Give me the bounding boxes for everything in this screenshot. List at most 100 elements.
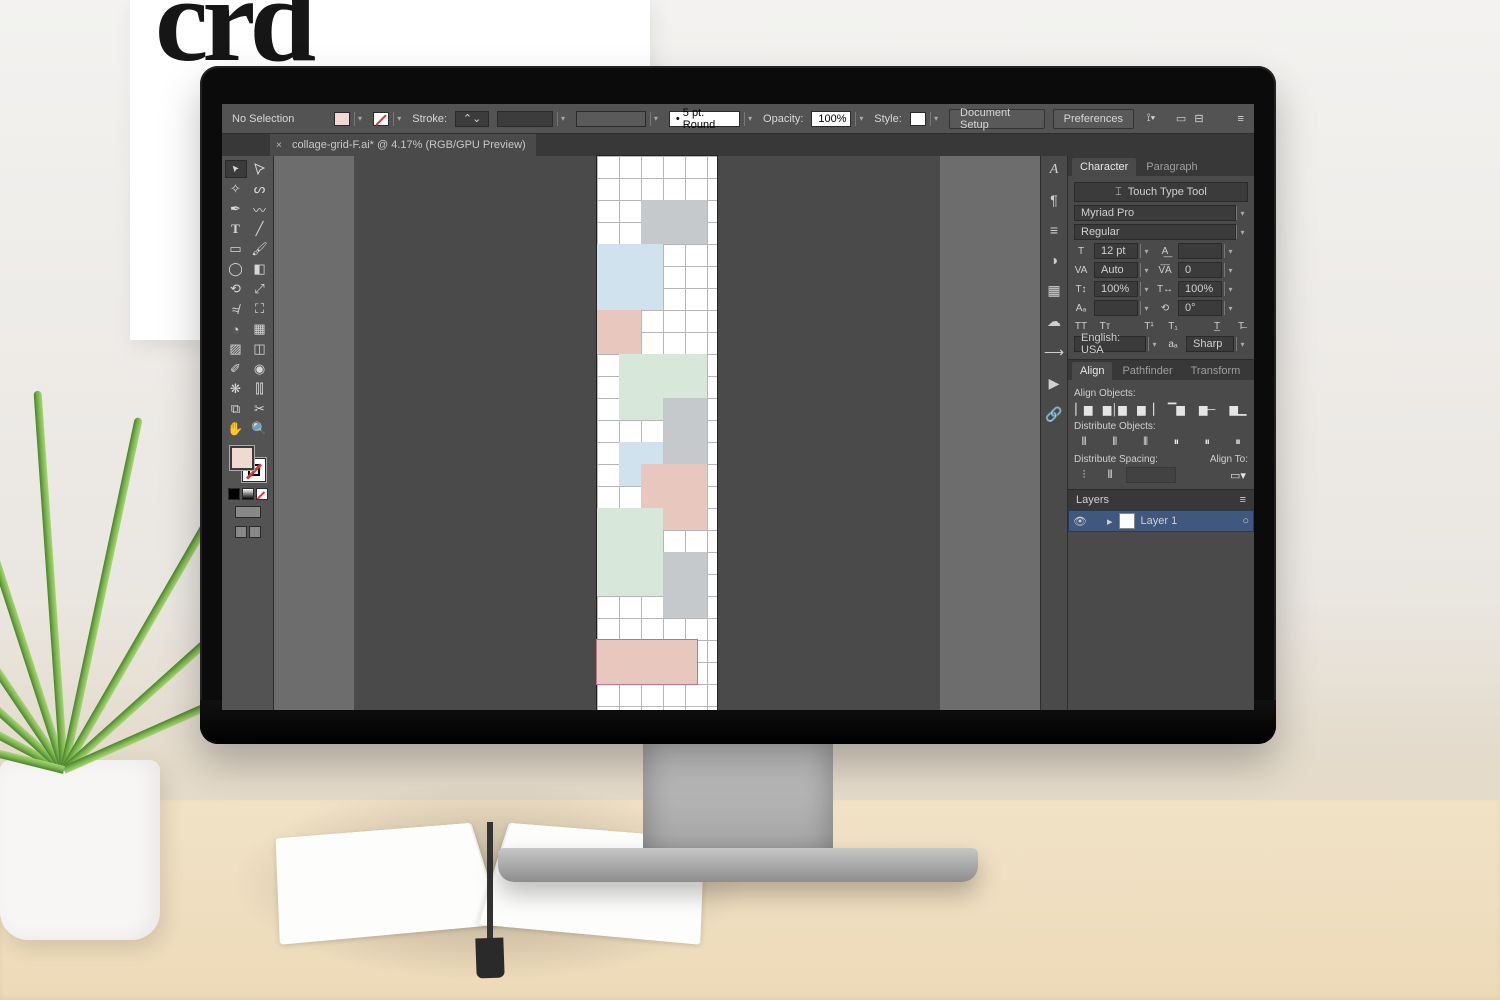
tracking-input[interactable]: 0 — [1178, 262, 1222, 278]
artboard-tool[interactable]: ⧉ — [225, 400, 247, 418]
links-panel-icon[interactable]: 🔗 — [1045, 406, 1062, 423]
character-panel-icon[interactable]: A — [1050, 162, 1059, 178]
dropdown-icon[interactable]: ▾ — [1224, 244, 1236, 258]
perspective-tool[interactable]: ▦ — [249, 320, 271, 338]
art-block[interactable] — [641, 200, 707, 244]
paintbrush-tool[interactable]: 🖌 — [249, 240, 271, 258]
dist-spacing-v-icon[interactable]: ⫶ — [1074, 467, 1094, 483]
opacity-input[interactable]: 100% — [811, 111, 851, 127]
char-rotation-input[interactable]: 0° — [1178, 300, 1222, 316]
rectangle-tool[interactable]: ▭ — [225, 240, 247, 258]
language-select[interactable]: English: USA — [1074, 336, 1146, 352]
color-mode-none[interactable] — [256, 488, 268, 500]
rotate-tool[interactable]: ⟲ — [225, 280, 247, 298]
magic-wand-tool[interactable]: ✧ — [225, 180, 247, 198]
dropdown-icon[interactable]: ▾ — [1224, 282, 1236, 296]
visibility-icon[interactable]: 👁 — [1073, 515, 1087, 528]
hand-tool[interactable]: ✋ — [225, 420, 247, 438]
dist-left-icon[interactable]: ⏸ — [1166, 434, 1186, 450]
gradient-tool[interactable]: ◫ — [249, 340, 271, 358]
fill-swatch[interactable] — [334, 112, 350, 126]
lasso-tool[interactable]: ᔕ — [249, 180, 271, 198]
draw-mode[interactable] — [235, 506, 261, 518]
tab-align[interactable]: Align — [1072, 362, 1112, 380]
dropdown-icon[interactable]: ▾ — [1224, 301, 1236, 315]
stroke-variable-select[interactable]: • 5 pt. Round — [669, 111, 740, 127]
dist-right-icon[interactable]: ⏸ — [1228, 434, 1248, 450]
art-block[interactable] — [597, 310, 641, 354]
tab-pathfinder[interactable]: Pathfinder — [1114, 362, 1180, 380]
width-tool[interactable]: ≉ — [225, 300, 247, 318]
allcaps-icon[interactable]: TT — [1074, 319, 1088, 333]
stroke-profile-select[interactable] — [497, 111, 553, 127]
cc-libraries-icon[interactable]: ☁ — [1047, 313, 1061, 330]
underline-icon[interactable]: T̲ — [1210, 319, 1224, 333]
slice-tool[interactable]: ✂ — [249, 400, 271, 418]
dist-bottom-icon[interactable]: ⫴ — [1136, 434, 1156, 450]
zoom-tool[interactable]: 🔍 — [249, 420, 271, 438]
dropdown-icon[interactable]: ▾ — [1236, 337, 1248, 351]
screen-mode[interactable] — [235, 526, 247, 538]
antialias-select[interactable]: Sharp — [1186, 336, 1234, 352]
dropdown-icon[interactable]: ▾ — [744, 112, 755, 126]
art-block[interactable] — [663, 398, 707, 464]
dist-vcenter-icon[interactable]: ⫴ — [1105, 434, 1125, 450]
align-bottom-icon[interactable]: ▆▁ — [1228, 401, 1248, 417]
mesh-tool[interactable]: ▨ — [225, 340, 247, 358]
graph-tool[interactable]: ⫿⫿ — [249, 380, 271, 398]
color-mode-gradient[interactable] — [242, 488, 254, 500]
dropdown-icon[interactable]: ▾ — [930, 112, 941, 126]
kerning-input[interactable]: Auto — [1094, 262, 1138, 278]
symbol-sprayer-tool[interactable]: ❋ — [225, 380, 247, 398]
superscript-icon[interactable]: T¹ — [1142, 319, 1156, 333]
dropdown-icon[interactable]: ▾ — [1140, 301, 1152, 315]
font-size-input[interactable]: 12 pt — [1094, 243, 1138, 259]
dropdown-icon[interactable]: ▾ — [1236, 206, 1248, 220]
dropdown-icon[interactable]: ▾ — [1224, 263, 1236, 277]
dropdown-icon[interactable]: ▾ — [1236, 225, 1248, 239]
panel-menu-icon[interactable]: ≡ — [1238, 113, 1244, 125]
expand-panel-icon[interactable]: ▶ — [1049, 375, 1060, 392]
hscale-input[interactable]: 100% — [1178, 281, 1222, 297]
canvas-area[interactable] — [274, 156, 1040, 710]
dropdown-icon[interactable]: ▾ — [1140, 263, 1152, 277]
screen-mode[interactable] — [249, 526, 261, 538]
arrange-icon[interactable]: ▭ — [1176, 112, 1186, 125]
art-block-selected[interactable] — [597, 640, 697, 684]
fill-stroke-swatches[interactable] — [228, 444, 268, 484]
paragraph-panel-icon[interactable]: ¶ — [1050, 192, 1058, 208]
align-to-select[interactable]: ▭▾ — [1228, 467, 1248, 483]
stroke-swatch[interactable] — [373, 112, 389, 126]
fill-color-swatch[interactable] — [230, 446, 254, 470]
align-pref-icon[interactable]: ⟟▾ — [1142, 112, 1160, 125]
shaper-tool[interactable]: ◯ — [225, 260, 247, 278]
direct-selection-tool[interactable] — [249, 160, 271, 178]
color-mode-solid[interactable] — [228, 488, 240, 500]
stroke-dropdown-icon[interactable]: ▾ — [393, 112, 404, 126]
align-vcenter-icon[interactable]: ▆─ — [1197, 401, 1217, 417]
stroke-weight-input[interactable]: ⌃⌄ — [455, 111, 489, 127]
dropdown-icon[interactable]: ▾ — [1140, 244, 1152, 258]
touch-type-tool-button[interactable]: ⌶Touch Type Tool — [1074, 182, 1248, 202]
pen-tool[interactable]: ✒ — [225, 200, 247, 218]
font-family-select[interactable]: Myriad Pro — [1074, 205, 1236, 221]
graphic-style-swatch[interactable] — [910, 112, 926, 126]
dropdown-icon[interactable]: ▾ — [1140, 282, 1152, 296]
baseline-input[interactable] — [1094, 300, 1138, 316]
art-block[interactable] — [663, 552, 707, 618]
arrange-icon[interactable]: ⊟ — [1194, 112, 1203, 125]
dropdown-icon[interactable]: ▾ — [1148, 337, 1160, 351]
preferences-button[interactable]: Preferences — [1053, 109, 1134, 129]
eyedropper-tool[interactable]: ✐ — [225, 360, 247, 378]
curvature-tool[interactable]: 〰 — [249, 200, 271, 218]
type-tool[interactable]: T — [225, 220, 247, 238]
target-icon[interactable]: ○ — [1242, 515, 1249, 527]
panel-menu-icon[interactable]: ≡ — [1240, 494, 1246, 506]
vscale-input[interactable]: 100% — [1094, 281, 1138, 297]
dist-hcenter-icon[interactable]: ⏸ — [1197, 434, 1217, 450]
art-block[interactable] — [597, 244, 663, 310]
close-tab-icon[interactable]: × — [276, 140, 282, 151]
dropdown-icon[interactable]: ▾ — [650, 112, 661, 126]
selection-tool[interactable] — [225, 160, 247, 178]
dist-top-icon[interactable]: ⫴ — [1074, 434, 1094, 450]
